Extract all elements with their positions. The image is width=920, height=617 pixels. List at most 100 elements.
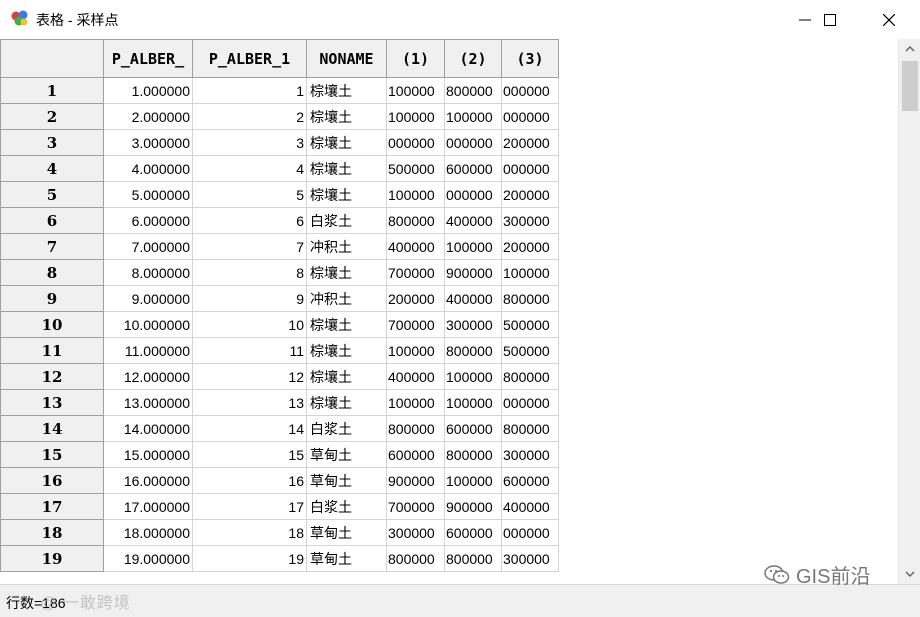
cell-noname[interactable]: 冲积土 <box>306 285 387 312</box>
cell-code-1[interactable]: 200000 <box>386 285 445 312</box>
row-header[interactable]: 16 <box>0 467 104 494</box>
cell-code-1[interactable]: 900000 <box>386 467 445 494</box>
table-row[interactable]: 3 3.000000 3 棕壤土 000000 000000 200000 <box>0 129 559 156</box>
cell-code-1[interactable]: 100000 <box>386 337 445 364</box>
cell-p-alber-1[interactable]: 13 <box>192 389 307 416</box>
table-row[interactable]: 10 10.000000 10 棕壤土 700000 300000 500000 <box>0 311 559 338</box>
cell-code-2[interactable]: 100000 <box>444 233 502 260</box>
cell-code-3[interactable]: 000000 <box>501 77 559 104</box>
cell-code-1[interactable]: 500000 <box>386 155 445 182</box>
row-header[interactable]: 14 <box>0 415 104 442</box>
row-header[interactable]: 7 <box>0 233 104 260</box>
table-row[interactable]: 5 5.000000 5 棕壤土 100000 000000 200000 <box>0 181 559 208</box>
cell-code-2[interactable]: 300000 <box>444 311 502 338</box>
column-header[interactable]: (2) <box>444 39 502 78</box>
row-header[interactable]: 6 <box>0 207 104 234</box>
cell-code-3[interactable]: 500000 <box>501 311 559 338</box>
table-row[interactable]: 14 14.000000 14 白浆土 800000 600000 800000 <box>0 415 559 442</box>
cell-code-3[interactable]: 000000 <box>501 155 559 182</box>
cell-noname[interactable]: 白浆土 <box>306 207 387 234</box>
row-header[interactable]: 5 <box>0 181 104 208</box>
cell-p-alber-1[interactable]: 5 <box>192 181 307 208</box>
cell-p-alber[interactable]: 17.000000 <box>103 493 193 520</box>
cell-p-alber[interactable]: 2.000000 <box>103 103 193 130</box>
cell-noname[interactable]: 棕壤土 <box>306 311 387 338</box>
maximize-button[interactable] <box>807 0 853 39</box>
table-row[interactable]: 1 1.000000 1 棕壤土 100000 800000 000000 <box>0 77 559 104</box>
cell-noname[interactable]: 棕壤土 <box>306 363 387 390</box>
cell-code-2[interactable]: 000000 <box>444 181 502 208</box>
scroll-up-button[interactable] <box>899 39 920 59</box>
cell-noname[interactable]: 草甸土 <box>306 545 387 572</box>
cell-p-alber-1[interactable]: 17 <box>192 493 307 520</box>
table-row[interactable]: 2 2.000000 2 棕壤土 100000 100000 000000 <box>0 103 559 130</box>
cell-code-3[interactable]: 200000 <box>501 181 559 208</box>
cell-p-alber[interactable]: 13.000000 <box>103 389 193 416</box>
row-header[interactable]: 4 <box>0 155 104 182</box>
column-header[interactable]: P_ALBER_ <box>103 39 193 78</box>
cell-p-alber[interactable]: 19.000000 <box>103 545 193 572</box>
row-header[interactable]: 2 <box>0 103 104 130</box>
cell-p-alber-1[interactable]: 15 <box>192 441 307 468</box>
vertical-scrollbar[interactable] <box>898 39 920 584</box>
cell-code-3[interactable]: 400000 <box>501 493 559 520</box>
cell-noname[interactable]: 棕壤土 <box>306 155 387 182</box>
cell-code-2[interactable]: 800000 <box>444 441 502 468</box>
cell-code-3[interactable]: 200000 <box>501 129 559 156</box>
close-button[interactable] <box>866 0 912 39</box>
cell-p-alber-1[interactable]: 7 <box>192 233 307 260</box>
cell-code-1[interactable]: 000000 <box>386 129 445 156</box>
cell-code-2[interactable]: 400000 <box>444 207 502 234</box>
cell-p-alber[interactable]: 14.000000 <box>103 415 193 442</box>
table-row[interactable]: 12 12.000000 12 棕壤土 400000 100000 800000 <box>0 363 559 390</box>
cell-p-alber[interactable]: 16.000000 <box>103 467 193 494</box>
cell-code-3[interactable]: 100000 <box>501 259 559 286</box>
row-header[interactable]: 9 <box>0 285 104 312</box>
scroll-thumb[interactable] <box>902 61 918 111</box>
cell-code-1[interactable]: 100000 <box>386 103 445 130</box>
cell-p-alber-1[interactable]: 8 <box>192 259 307 286</box>
cell-p-alber-1[interactable]: 4 <box>192 155 307 182</box>
cell-noname[interactable]: 棕壤土 <box>306 181 387 208</box>
row-header[interactable]: 10 <box>0 311 104 338</box>
cell-code-1[interactable]: 100000 <box>386 77 445 104</box>
cell-p-alber-1[interactable]: 3 <box>192 129 307 156</box>
cell-code-2[interactable]: 400000 <box>444 285 502 312</box>
row-header[interactable]: 3 <box>0 129 104 156</box>
attribute-table[interactable]: P_ALBER_ P_ALBER_1 NONAME (1) (2) (3) 11… <box>0 39 898 584</box>
cell-code-3[interactable]: 800000 <box>501 415 559 442</box>
cell-p-alber[interactable]: 5.000000 <box>103 181 193 208</box>
row-header[interactable]: 19 <box>0 545 104 572</box>
cell-noname[interactable]: 棕壤土 <box>306 337 387 364</box>
table-row[interactable]: 16 16.000000 16 草甸土 900000 100000 600000 <box>0 467 559 494</box>
cell-p-alber[interactable]: 12.000000 <box>103 363 193 390</box>
table-row[interactable]: 18 18.000000 18 草甸土 300000 600000 000000 <box>0 519 559 546</box>
cell-noname[interactable]: 草甸土 <box>306 519 387 546</box>
cell-code-3[interactable]: 000000 <box>501 519 559 546</box>
cell-code-2[interactable]: 100000 <box>444 103 502 130</box>
cell-noname[interactable]: 棕壤土 <box>306 103 387 130</box>
cell-p-alber[interactable]: 10.000000 <box>103 311 193 338</box>
cell-code-3[interactable]: 600000 <box>501 467 559 494</box>
cell-code-1[interactable]: 100000 <box>386 181 445 208</box>
cell-p-alber-1[interactable]: 14 <box>192 415 307 442</box>
row-header[interactable]: 15 <box>0 441 104 468</box>
row-header[interactable]: 13 <box>0 389 104 416</box>
row-header[interactable]: 17 <box>0 493 104 520</box>
table-row[interactable]: 9 9.000000 9 冲积土 200000 400000 800000 <box>0 285 559 312</box>
cell-code-2[interactable]: 600000 <box>444 415 502 442</box>
table-row[interactable]: 6 6.000000 6 白浆土 800000 400000 300000 <box>0 207 559 234</box>
cell-code-2[interactable]: 100000 <box>444 363 502 390</box>
table-row[interactable]: 8 8.000000 8 棕壤土 700000 900000 100000 <box>0 259 559 286</box>
cell-code-1[interactable]: 800000 <box>386 207 445 234</box>
table-row[interactable]: 19 19.000000 19 草甸土 800000 800000 300000 <box>0 545 559 572</box>
scroll-down-button[interactable] <box>899 564 920 584</box>
cell-code-1[interactable]: 700000 <box>386 311 445 338</box>
cell-p-alber-1[interactable]: 16 <box>192 467 307 494</box>
cell-code-3[interactable]: 300000 <box>501 441 559 468</box>
cell-code-2[interactable]: 600000 <box>444 155 502 182</box>
cell-code-1[interactable]: 300000 <box>386 519 445 546</box>
cell-code-3[interactable]: 800000 <box>501 363 559 390</box>
cell-noname[interactable]: 棕壤土 <box>306 77 387 104</box>
cell-p-alber-1[interactable]: 1 <box>192 77 307 104</box>
